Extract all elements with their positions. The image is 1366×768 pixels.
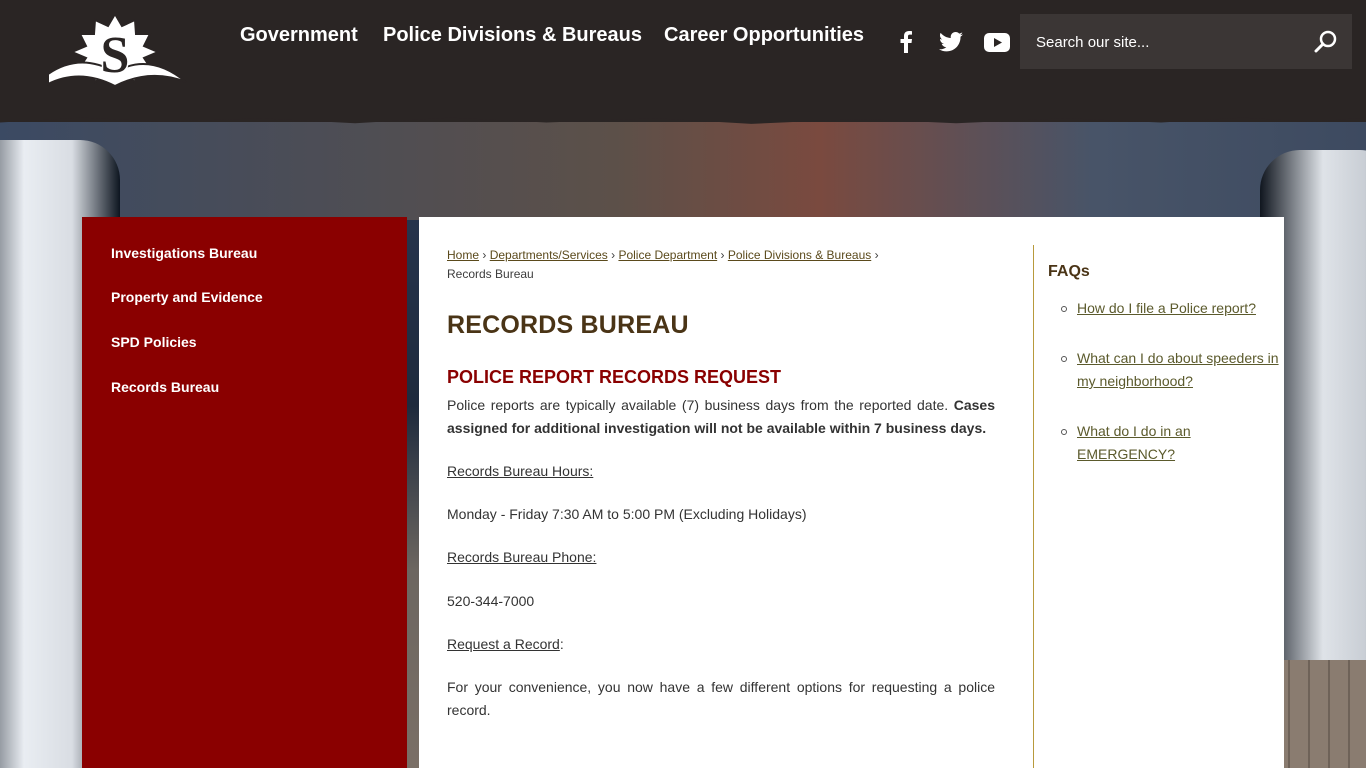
request-record-colon: : — [559, 636, 564, 652]
content-body: Police reports are typically available (… — [447, 394, 995, 722]
site-header: S Government Police Divisions & Bureaus … — [0, 0, 1366, 122]
faq-link-speeders[interactable]: What can I do about speeders in my neigh… — [1077, 350, 1279, 389]
breadcrumb-current: Records Bureau — [447, 267, 534, 281]
nav-police-divisions-bureaus[interactable]: Police Divisions & Bureaus — [383, 24, 642, 47]
faq-item: What do I do in an EMERGENCY? — [1048, 420, 1284, 466]
sidebar-nav: Investigations Bureau Property and Evide… — [82, 217, 407, 768]
section-title: POLICE REPORT RECORDS REQUEST — [447, 367, 782, 387]
breadcrumb-home[interactable]: Home — [447, 248, 479, 262]
facebook-icon[interactable] — [892, 28, 920, 56]
faq-link-emergency[interactable]: What do I do in an EMERGENCY? — [1077, 423, 1191, 462]
breadcrumb-police-department[interactable]: Police Department — [618, 248, 717, 262]
intro-text: Police reports are typically available (… — [447, 397, 949, 413]
intro-paragraph: Police reports are typically available (… — [447, 394, 995, 440]
twitter-icon[interactable] — [937, 28, 965, 56]
main-content: Home › Departments/Services › Police Dep… — [419, 217, 1284, 768]
faq-item: What can I do about speeders in my neigh… — [1048, 347, 1284, 393]
svg-text:S: S — [101, 27, 130, 84]
city-logo[interactable]: S — [40, 12, 190, 104]
breadcrumb-police-divisions-bureaus[interactable]: Police Divisions & Bureaus — [728, 248, 871, 262]
breadcrumb-separator: › — [720, 248, 725, 262]
nav-career-opportunities[interactable]: Career Opportunities — [664, 24, 864, 47]
sidebar-item-investigations-bureau[interactable]: Investigations Bureau — [111, 245, 257, 261]
page-title: RECORDS BUREAU — [447, 311, 689, 339]
phone-value: 520-344-7000 — [447, 593, 535, 609]
faq-item: How do I file a Police report? — [1048, 297, 1284, 320]
bullet-icon — [1061, 306, 1067, 312]
faq-list: How do I file a Police report? What can … — [1048, 297, 1284, 493]
request-record-link[interactable]: Request a Record — [447, 636, 560, 652]
search-box — [1020, 14, 1352, 69]
faq-link-file-police-report[interactable]: How do I file a Police report? — [1077, 300, 1256, 316]
photo-sky — [0, 110, 1366, 220]
convenience-paragraph: For your convenience, you now have a few… — [447, 679, 995, 718]
hours-label: Records Bureau Hours: — [447, 463, 594, 479]
sidebar-item-records-bureau[interactable]: Records Bureau — [111, 379, 219, 395]
search-input[interactable] — [1034, 30, 1308, 54]
youtube-icon[interactable] — [983, 28, 1011, 56]
phone-label: Records Bureau Phone: — [447, 549, 597, 565]
faq-title: FAQs — [1048, 263, 1090, 280]
sidebar-item-spd-policies[interactable]: SPD Policies — [111, 334, 197, 350]
nav-government[interactable]: Government — [240, 24, 358, 47]
sidebar-item-property-and-evidence[interactable]: Property and Evidence — [111, 289, 263, 305]
search-icon[interactable] — [1314, 30, 1338, 54]
breadcrumb-separator: › — [482, 248, 487, 262]
breadcrumb-departments-services[interactable]: Departments/Services — [490, 248, 608, 262]
hours-value: Monday - Friday 7:30 AM to 5:00 PM (Excl… — [447, 506, 807, 522]
bullet-icon — [1061, 356, 1067, 362]
bullet-icon — [1061, 429, 1067, 435]
breadcrumb-separator: › — [611, 248, 616, 262]
content-divider — [1033, 245, 1034, 768]
breadcrumb-separator: › — [874, 248, 879, 262]
breadcrumb: Home › Departments/Services › Police Dep… — [447, 246, 917, 284]
